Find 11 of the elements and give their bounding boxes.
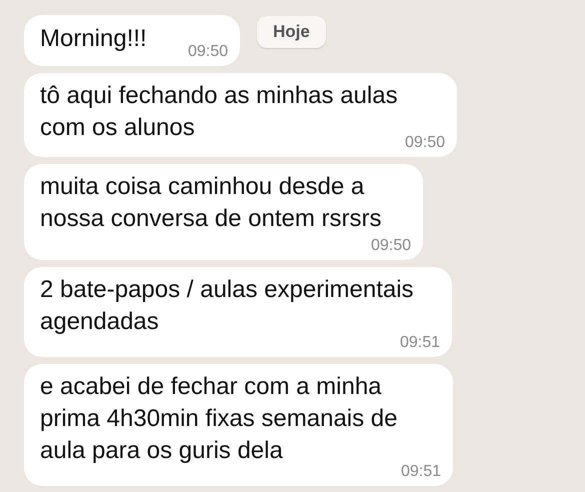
message-text: e acabei de fechar com a minha prima 4h30min fixas semanais de aula para os guris dela — [40, 372, 399, 466]
message-text: Morning!!! — [40, 24, 148, 54]
message-time: 09:50 — [370, 237, 411, 255]
message-time: 09:51 — [400, 463, 441, 481]
message-text: muita coisa caminhou desde a nossa conversa de ontem rsrsrs — [40, 172, 382, 234]
message-time: 09:50 — [188, 43, 228, 61]
message-time: 09:50 — [404, 134, 445, 152]
message-text: tô aqui fechando as minhas aulas com os alunos — [40, 81, 399, 143]
date-chip: Hoje — [257, 16, 326, 48]
message-text: 2 bate-papos / aulas experimentais agendadas — [40, 275, 415, 336]
message-time: 09:51 — [400, 334, 440, 352]
